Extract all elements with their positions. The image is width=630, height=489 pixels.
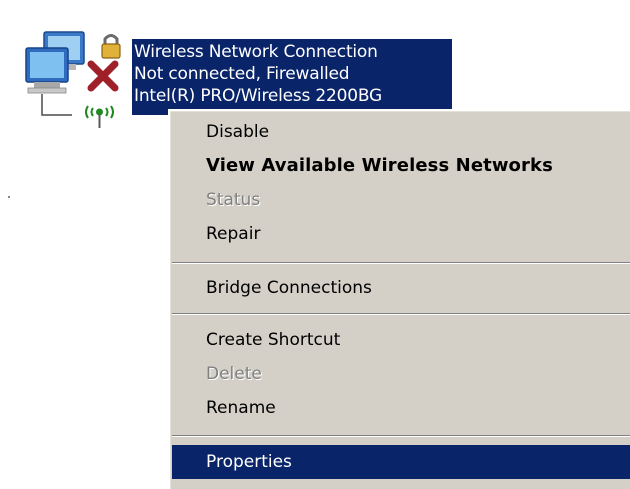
menu-separator: [172, 313, 630, 315]
wireless-signal-icon: [85, 105, 114, 128]
connection-label[interactable]: Wireless Network Connection Not connecte…: [132, 39, 452, 115]
network-cable-icon: [41, 94, 72, 116]
menu-item-status: Status: [206, 190, 261, 210]
menu-separator: [172, 262, 630, 264]
wireless-network-connection-icon[interactable]: [18, 24, 134, 130]
menu-item-repair[interactable]: Repair: [172, 217, 630, 251]
menu-item-view-available-wireless-networks[interactable]: View Available Wireless Networks: [172, 149, 630, 183]
front-computer-icon: [25, 47, 69, 94]
menu-item-delete: Delete: [206, 364, 262, 384]
padlock-icon: [101, 34, 121, 59]
menu-item-properties[interactable]: Properties: [172, 445, 630, 479]
menu-item-bridge-connections[interactable]: Bridge Connections: [172, 271, 630, 305]
stray-pixel: [8, 196, 10, 198]
menu-item-rename[interactable]: Rename: [172, 391, 630, 425]
disconnected-x-icon: [87, 60, 119, 92]
connection-device: Intel(R) PRO/Wireless 2200BG: [134, 86, 383, 106]
menu-separator: [172, 435, 630, 437]
menu-item-create-shortcut[interactable]: Create Shortcut: [172, 323, 630, 357]
connection-status: Not connected, Firewalled: [134, 64, 350, 84]
menu-item-disable[interactable]: Disable: [172, 115, 630, 149]
connection-name: Wireless Network Connection: [134, 42, 378, 62]
context-menu: Disable View Available Wireless Networks…: [168, 109, 630, 489]
